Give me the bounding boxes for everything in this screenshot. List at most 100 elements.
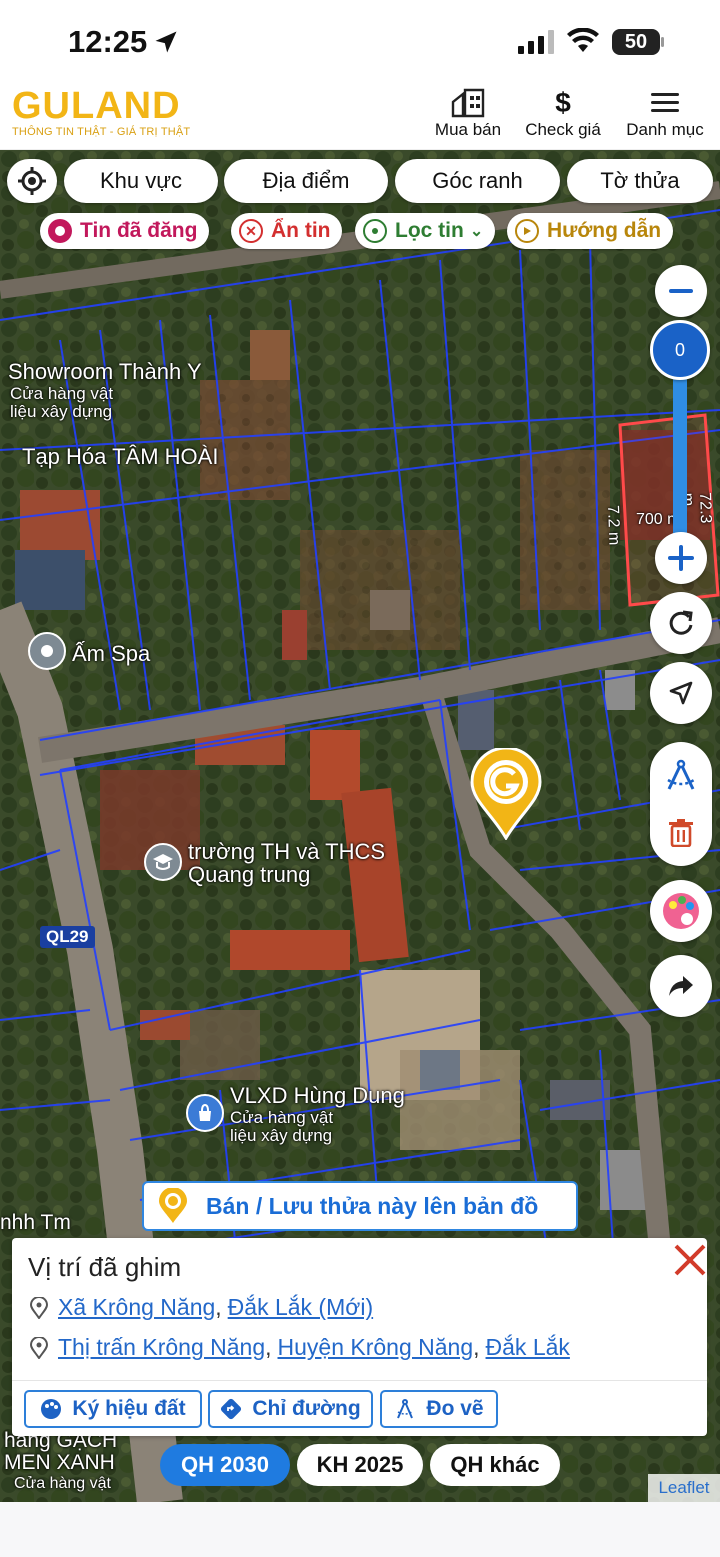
poi-vlxd-sub: Cửa hàng vật liệu xây dựng — [230, 1108, 334, 1145]
refresh-icon — [669, 610, 693, 635]
nav-danh-muc[interactable]: Danh mục — [622, 88, 708, 140]
school-poi-icon[interactable] — [144, 843, 182, 881]
measure-compass-icon — [667, 759, 695, 790]
poi-school[interactable]: trường TH và THCS Quang trung — [188, 840, 398, 886]
tag-label: Lọc tin — [395, 219, 464, 242]
plan-qh-2030[interactable]: QH 2030 — [160, 1444, 290, 1486]
button-label: Ký hiệu đất — [72, 1397, 186, 1420]
address-link[interactable]: Đắk Lắk (Mới) — [228, 1294, 373, 1321]
share-arrow-icon — [669, 976, 693, 996]
plan-qh-khac[interactable]: QH khác — [430, 1444, 560, 1486]
close-circle-icon: ✕ — [239, 219, 263, 243]
filter-goc-ranh[interactable]: Góc ranh — [395, 159, 560, 203]
dollar-icon: $ — [555, 87, 571, 118]
poi-nhhtm[interactable]: nhh Tm — [0, 1211, 71, 1234]
land-symbol-button[interactable]: Ký hiệu đất — [24, 1390, 202, 1428]
poi-vlxd[interactable]: VLXD Hùng Dung — [230, 1084, 405, 1107]
address-link[interactable]: Xã Krông Năng — [58, 1294, 215, 1321]
logo-tagline: THÔNG TIN THẬT - GIÁ TRỊ THẬT — [12, 126, 191, 138]
plan-kh-2025[interactable]: KH 2025 — [297, 1444, 423, 1486]
guland-map-pin-icon[interactable] — [470, 748, 542, 840]
color-palette-icon — [663, 893, 699, 929]
zoom-slider-knob[interactable]: 0 — [650, 320, 710, 380]
tag-huong-dan[interactable]: Hướng dẫn — [507, 213, 674, 249]
parcel-dim-left: 7.2 m — [604, 504, 623, 546]
nav-label: Check giá — [525, 120, 601, 139]
save-banner-label: Bán / Lưu thửa này lên bản đồ — [206, 1192, 539, 1219]
crosshair-icon — [18, 167, 46, 195]
refresh-button[interactable] — [650, 592, 712, 654]
address-link[interactable]: Thị trấn Krông Năng — [58, 1334, 265, 1361]
nav-check-gia[interactable]: $ Check giá — [520, 87, 606, 140]
pinned-location-card: Vị trí đã ghim Xã Krông Năng, Đắk Lắk (M… — [12, 1238, 707, 1436]
battery-indicator: 50 — [612, 29, 664, 55]
directions-icon — [221, 1398, 242, 1420]
measure-button[interactable] — [650, 746, 712, 804]
guland-pin-icon — [159, 1188, 187, 1223]
share-button[interactable] — [650, 955, 712, 1017]
road-label-ql29: QL29 — [40, 926, 95, 948]
nav-mua-ban[interactable]: Mua bán — [430, 88, 506, 140]
zoom-out-button[interactable] — [655, 265, 707, 317]
leaflet-attribution[interactable]: Leaflet — [648, 1474, 720, 1502]
filter-dia-diem[interactable]: Địa điểm — [224, 159, 388, 203]
play-icon — [515, 219, 539, 243]
tag-label: Tin đã đăng — [80, 219, 198, 242]
cellular-signal-icon — [518, 30, 554, 54]
status-time: 12:25 — [68, 24, 148, 59]
nav-label: Mua bán — [434, 120, 502, 139]
nav-label: Danh mục — [626, 120, 704, 139]
menu-icon — [651, 93, 679, 112]
location-pin-icon — [29, 1296, 49, 1319]
chevron-down-icon: ⌄ — [469, 223, 484, 240]
tag-tin-da-dang[interactable]: Tin đã đăng — [40, 213, 210, 249]
tag-an-tin[interactable]: ✕ Ẩn tin — [231, 213, 343, 249]
tag-label: Hướng dẫn — [547, 219, 662, 242]
map-pin-icon — [363, 219, 387, 243]
address-line-new: Xã Krông Năng, Đắk Lắk (Mới) — [28, 1294, 373, 1321]
address-link[interactable]: Huyện Krông Năng — [278, 1334, 474, 1361]
location-pin-icon — [29, 1336, 49, 1359]
plus-icon — [668, 545, 694, 571]
measure-draw-button[interactable]: Đo vẽ — [380, 1390, 498, 1428]
palette-icon — [48, 219, 72, 243]
delete-button[interactable] — [650, 804, 712, 862]
directions-button[interactable]: Chỉ đường — [208, 1390, 373, 1428]
poi-taphoa[interactable]: Tạp Hóa TÂM HOÀI — [22, 445, 218, 468]
button-label: Chỉ đường — [252, 1397, 361, 1420]
filter-khu-vuc[interactable]: Khu vực — [64, 159, 218, 203]
poi-showroom-sub: Cửa hàng vật liệu xây dựng — [10, 384, 114, 421]
poi-showroom[interactable]: Showroom Thành Y — [8, 360, 202, 383]
navigation-arrow-icon — [669, 681, 693, 705]
shop-poi-icon[interactable] — [186, 1094, 224, 1132]
save-parcel-banner[interactable]: Bán / Lưu thửa này lên bản đồ — [142, 1181, 578, 1231]
poi-gach-sub: Cửa hàng vật — [14, 1475, 111, 1492]
status-bar: 12:25 50 — [0, 0, 720, 80]
minus-icon — [669, 289, 693, 293]
poi-amspa[interactable]: Ấm Spa — [72, 642, 150, 665]
close-icon[interactable] — [672, 1242, 708, 1278]
palette-icon — [41, 1399, 62, 1419]
layer-style-button[interactable] — [650, 880, 712, 942]
tag-loc-tin[interactable]: Lọc tin ⌄ — [355, 213, 496, 249]
trash-icon — [669, 819, 693, 847]
wifi-icon — [567, 28, 599, 52]
tag-label: Ẩn tin — [271, 219, 331, 242]
logo-text: GULAND — [12, 85, 181, 127]
address-line-old: Thị trấn Krông Năng, Huyện Krông Năng, Đ… — [28, 1334, 570, 1361]
card-title: Vị trí đã ghim — [28, 1252, 182, 1282]
app-root: 12:25 50 GULAND THÔNG TIN THẬT - GIÁ TRỊ… — [0, 0, 720, 1557]
spa-poi-icon[interactable] — [28, 632, 66, 670]
app-header: GULAND THÔNG TIN THẬT - GIÁ TRỊ THẬT Mua… — [0, 80, 720, 150]
poi-gach-men-xanh[interactable]: hàng GẠCH MEN XANH — [4, 1429, 134, 1474]
address-link[interactable]: Đắk Lắk — [486, 1334, 570, 1361]
zoom-in-button[interactable] — [655, 532, 707, 584]
compass-icon — [397, 1399, 414, 1419]
bottom-safe-area — [0, 1502, 720, 1557]
guland-logo[interactable]: GULAND THÔNG TIN THẬT - GIÁ TRỊ THẬT — [12, 86, 190, 138]
filter-to-thua[interactable]: Tờ thửa — [567, 159, 713, 203]
zoom-slider-track[interactable] — [673, 375, 687, 535]
my-location-button[interactable] — [7, 159, 57, 203]
navigate-button[interactable] — [650, 662, 712, 724]
buildings-icon — [451, 88, 485, 118]
